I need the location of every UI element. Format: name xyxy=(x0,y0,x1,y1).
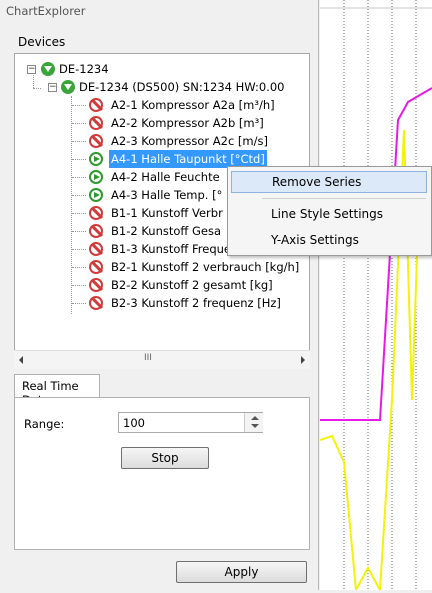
menu-separator xyxy=(262,198,426,199)
channel-label: A2-3 Kompressor A2c [m/s] xyxy=(111,134,268,148)
tree-line xyxy=(72,303,86,304)
disabled-icon xyxy=(89,134,103,148)
chart-explorer-panel: ChartExplorer Devices − DE-1234 − DE-123… xyxy=(0,0,319,590)
chart-canvas xyxy=(319,0,432,593)
panel-title: ChartExplorer xyxy=(6,4,86,18)
range-label: Range: xyxy=(24,417,65,431)
tree-line xyxy=(72,249,86,250)
channel-label: A4-3 Halle Temp. [° xyxy=(111,188,223,202)
disabled-icon xyxy=(89,260,103,274)
scroll-left-icon[interactable] xyxy=(19,356,23,364)
range-spinner[interactable] xyxy=(244,413,263,432)
spin-up-icon[interactable] xyxy=(251,416,259,420)
channel-label: B1-1 Kunstoff Verbr xyxy=(111,206,223,220)
disabled-icon xyxy=(89,224,103,238)
menu-item-line-style-settings[interactable]: Line Style Settings xyxy=(231,203,427,225)
channel-label: B2-1 Kunstoff 2 verbrauch [kg/h] xyxy=(111,260,300,274)
disabled-icon xyxy=(89,116,103,130)
tree-line xyxy=(72,267,86,268)
tree-node-label: DE-1234 (DS500) SN:1234 HW:0.00 xyxy=(79,80,285,94)
range-input[interactable] xyxy=(118,412,263,433)
horizontal-scrollbar[interactable]: III xyxy=(14,350,310,369)
tree-line xyxy=(72,105,86,106)
tree-node-channel[interactable]: B2-3 Kunstoff 2 frequenz [Hz] xyxy=(15,294,309,312)
devices-label: Devices xyxy=(18,35,66,49)
tab-real-time-data[interactable]: Real Time Data xyxy=(14,374,100,407)
channel-label: B1-2 Kunstoff Gesa xyxy=(111,224,222,238)
disabled-icon xyxy=(89,242,103,256)
tree-line xyxy=(72,123,86,124)
tree-line xyxy=(72,285,86,286)
active-play-icon xyxy=(89,170,103,184)
device-icon xyxy=(61,80,75,94)
device-group-icon xyxy=(41,62,55,76)
channel-label: A2-2 Kompressor A2b [m³] xyxy=(111,116,264,130)
channel-label: A4-2 Halle Feuchte xyxy=(111,170,220,184)
chart-area[interactable] xyxy=(319,0,432,593)
collapse-toggle-icon[interactable]: − xyxy=(48,83,57,92)
tree-node-root[interactable]: − DE-1234 xyxy=(17,60,217,78)
tree-node-channel[interactable]: A2-2 Kompressor A2b [m³] xyxy=(15,114,309,132)
active-play-icon xyxy=(89,188,103,202)
menu-item-y-axis-settings[interactable]: Y-Axis Settings xyxy=(231,229,427,251)
channel-label: A2-1 Kompressor A2a [m³/h] xyxy=(111,98,275,112)
channel-label: B2-2 Kunstoff 2 gesamt [kg] xyxy=(111,278,273,292)
tree-line xyxy=(72,231,86,232)
tree-node-device[interactable]: − DE-1234 (DS500) SN:1234 HW:0.00 xyxy=(17,78,307,96)
spin-down-icon[interactable] xyxy=(251,424,259,428)
disabled-icon xyxy=(89,278,103,292)
tree-line xyxy=(72,195,86,196)
tree-line xyxy=(72,177,86,178)
tree-node-label: DE-1234 xyxy=(59,62,109,76)
disabled-icon xyxy=(89,98,103,112)
stop-button[interactable]: Stop xyxy=(121,447,209,469)
tree-node-channel[interactable]: A2-3 Kompressor A2c [m/s] xyxy=(15,132,309,150)
channel-label: B2-3 Kunstoff 2 frequenz [Hz] xyxy=(111,296,281,310)
apply-button[interactable]: Apply xyxy=(176,561,307,583)
tree-node-channel[interactable]: B2-1 Kunstoff 2 verbrauch [kg/h] xyxy=(15,258,309,276)
tree-node-channel[interactable]: A2-1 Kompressor A2a [m³/h] xyxy=(15,96,309,114)
tree-line xyxy=(72,141,86,142)
scroll-right-icon[interactable] xyxy=(301,356,305,364)
active-play-icon xyxy=(89,152,103,166)
tree-line xyxy=(72,159,86,160)
collapse-toggle-icon[interactable]: − xyxy=(27,65,36,74)
scroll-grip-icon[interactable]: III xyxy=(144,353,152,363)
disabled-icon xyxy=(89,296,103,310)
context-menu: Remove Series Line Style Settings Y-Axis… xyxy=(227,166,432,256)
disabled-icon xyxy=(89,206,103,220)
tree-line xyxy=(72,213,86,214)
menu-item-remove-series[interactable]: Remove Series xyxy=(231,171,427,193)
tree-node-channel[interactable]: B2-2 Kunstoff 2 gesamt [kg] xyxy=(15,276,309,294)
